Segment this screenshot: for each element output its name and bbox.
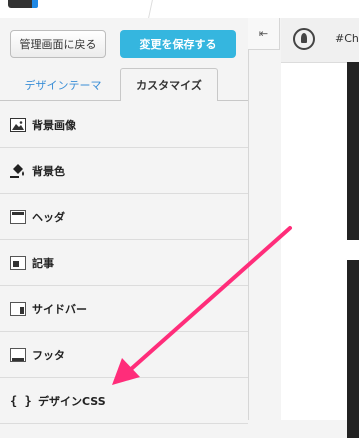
logo-icon <box>8 0 38 8</box>
menu-item-header[interactable]: ヘッダ <box>0 194 248 240</box>
menu-item-sidebar[interactable]: サイドバー <box>0 286 248 332</box>
menu-item-label: 背景画像 <box>32 118 76 132</box>
header-layout-icon <box>10 209 26 224</box>
save-changes-button[interactable]: 変更を保存する <box>120 30 236 58</box>
back-to-admin-button[interactable]: 管理画面に戻る <box>10 30 106 58</box>
preview-header: #Ch <box>281 18 359 63</box>
tab-customize[interactable]: カスタマイズ <box>120 68 218 101</box>
customize-menu: 背景画像 背景色 ヘッダ 記事 サイドバー フッタ {} デザインCSS <box>0 102 248 424</box>
css-braces-icon: { } <box>10 393 32 408</box>
article-layout-icon <box>10 255 26 270</box>
site-preview: #Ch <box>281 18 359 438</box>
divider <box>148 0 153 18</box>
top-bar <box>0 0 359 18</box>
preview-dark-block <box>347 62 359 240</box>
collapse-panel-button[interactable]: ⇤ <box>248 18 280 50</box>
sidebar-layout-icon <box>10 301 26 316</box>
menu-item-label: 背景色 <box>32 164 65 178</box>
tab-design-theme[interactable]: デザインテーマ <box>10 70 116 100</box>
menu-item-background-image[interactable]: 背景画像 <box>0 102 248 148</box>
menu-item-design-css[interactable]: { } デザインCSS <box>0 378 248 424</box>
menu-item-footer[interactable]: フッタ <box>0 332 248 378</box>
preview-hashtag: #Ch <box>335 32 359 45</box>
customize-panel: 管理画面に戻る 変更を保存する デザインテーマ カスタマイズ 背景画像 背景色 … <box>0 18 249 424</box>
menu-item-label: サイドバー <box>32 302 87 316</box>
pen-logo-icon <box>293 28 315 50</box>
menu-item-article[interactable]: 記事 <box>0 240 248 286</box>
menu-item-label: フッタ <box>32 348 65 362</box>
menu-item-label: デザインCSS <box>38 394 106 408</box>
paint-bucket-icon <box>10 163 26 178</box>
menu-item-label: 記事 <box>32 256 54 270</box>
background-image-icon <box>10 117 26 132</box>
footer-layout-icon <box>10 347 26 362</box>
menu-item-background-color[interactable]: 背景色 <box>0 148 248 194</box>
menu-item-label: ヘッダ <box>32 210 65 224</box>
preview-dark-block <box>347 260 359 438</box>
